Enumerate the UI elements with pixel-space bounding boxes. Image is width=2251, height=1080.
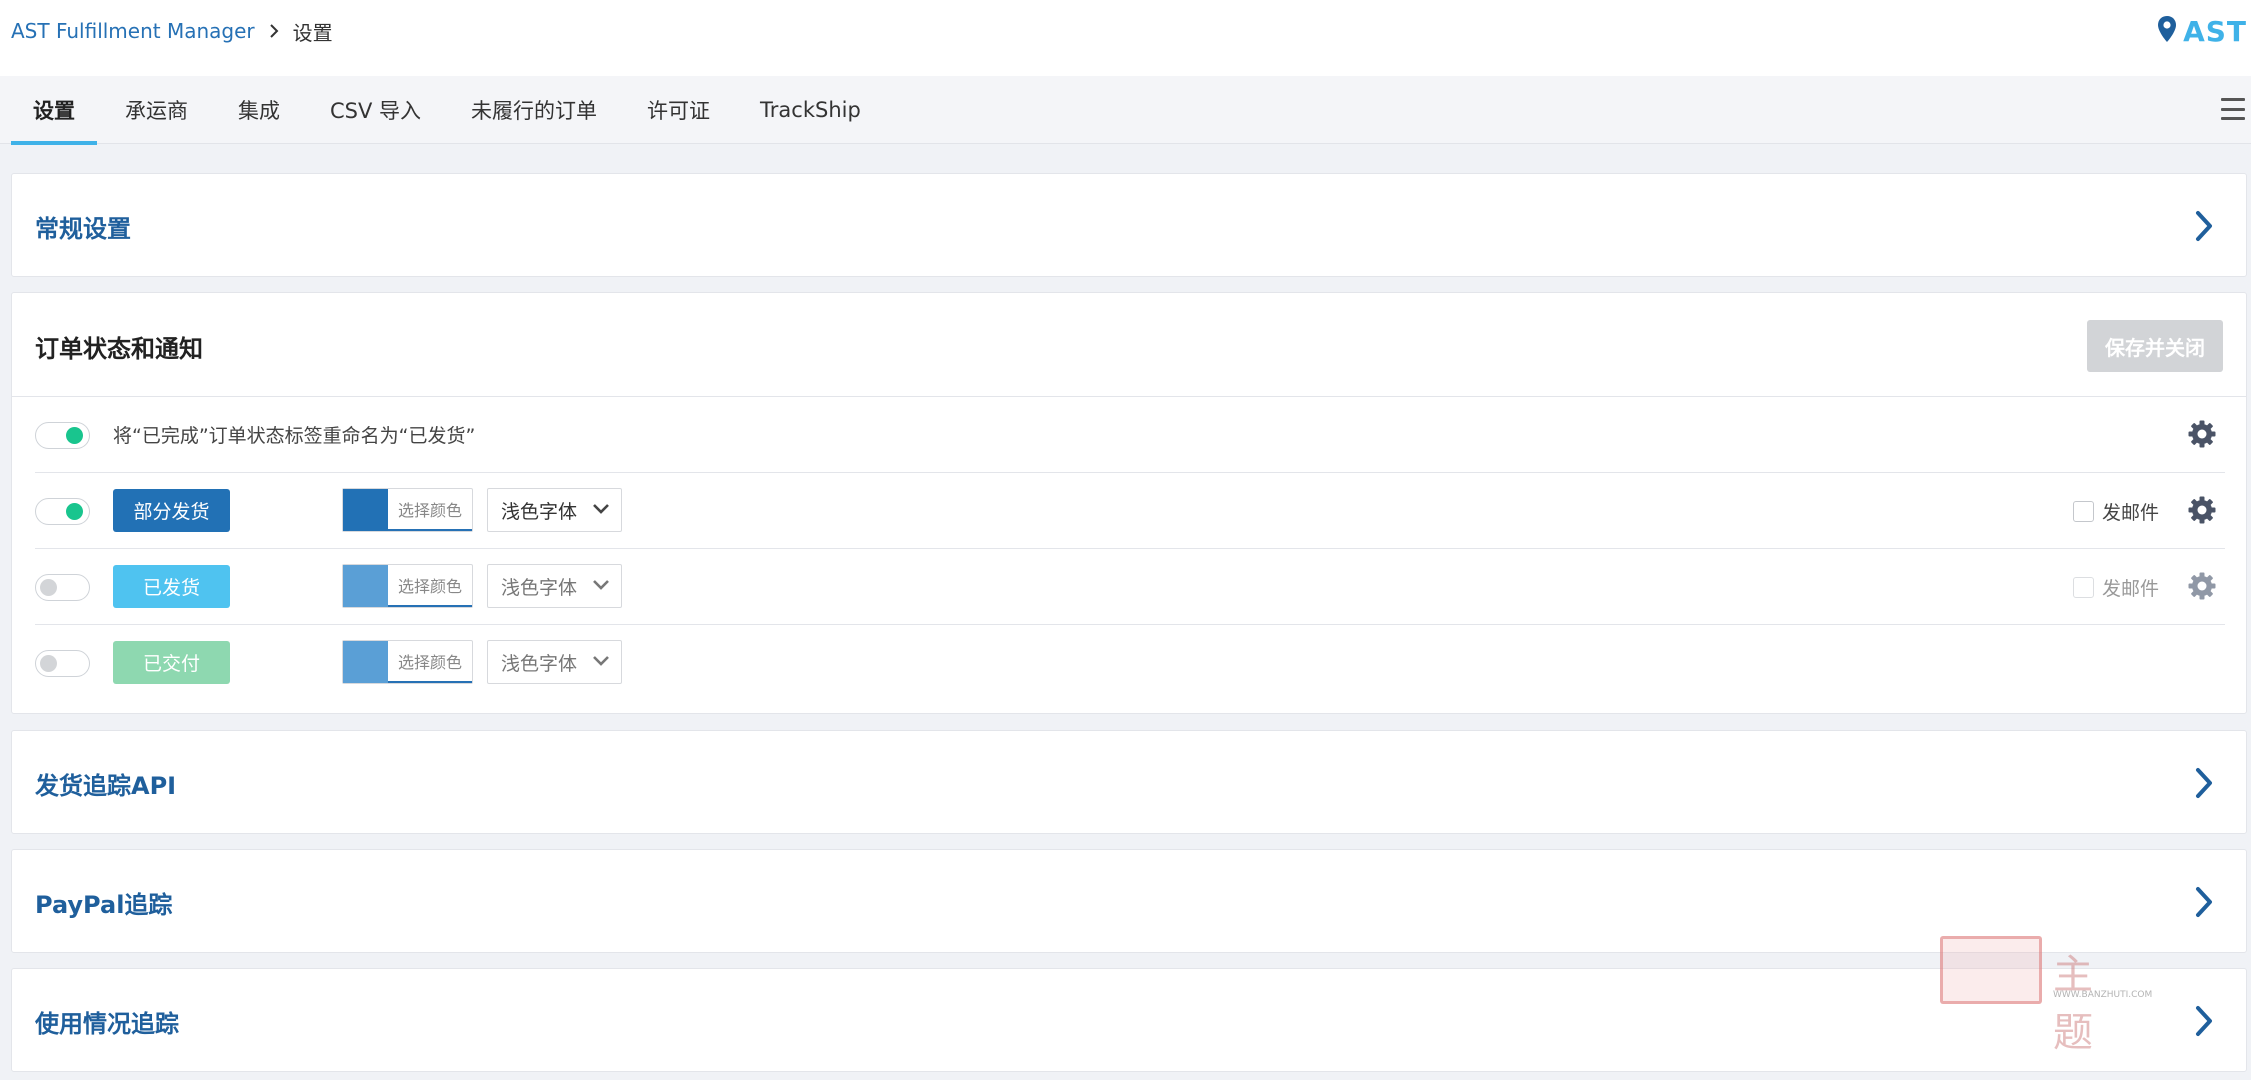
chevron-down-icon bbox=[593, 656, 609, 666]
usage-tracking-title: 使用情况追踪 bbox=[35, 1010, 179, 1038]
status-row-delivered: 已交付 选择颜色 浅色字体 bbox=[35, 625, 2225, 701]
color-picker-label: 选择颜色 bbox=[388, 641, 472, 683]
chevron-right-icon bbox=[269, 24, 279, 38]
checkbox[interactable] bbox=[2073, 577, 2094, 598]
tab-unfulfilled-orders[interactable]: 未履行的订单 bbox=[449, 76, 619, 144]
partial-shipped-toggle[interactable] bbox=[35, 498, 90, 525]
color-picker-label: 选择颜色 bbox=[388, 565, 472, 607]
top-header: AST Fulfillment Manager 设置 AST bbox=[0, 0, 2251, 76]
tab-integrations[interactable]: 集成 bbox=[216, 76, 302, 144]
font-color-select[interactable]: 浅色字体 bbox=[487, 564, 622, 608]
status-badge: 已交付 bbox=[113, 641, 230, 684]
rename-completed-row: 将“已完成”订单状态标签重命名为“已发货” bbox=[35, 397, 2225, 473]
send-email-checkbox[interactable]: 发邮件 bbox=[2073, 498, 2159, 525]
brand-text: AST bbox=[2183, 14, 2247, 48]
status-badge: 部分发货 bbox=[113, 489, 230, 532]
tab-csv-import[interactable]: CSV 导入 bbox=[308, 76, 443, 144]
hamburger-menu-icon[interactable] bbox=[2221, 98, 2245, 120]
breadcrumb-current: 设置 bbox=[292, 20, 333, 45]
font-color-select[interactable]: 浅色字体 bbox=[487, 488, 622, 532]
gear-icon[interactable] bbox=[2187, 495, 2217, 525]
checkbox[interactable] bbox=[2073, 501, 2094, 522]
color-swatch bbox=[343, 489, 388, 531]
shipped-toggle[interactable] bbox=[35, 574, 90, 601]
general-settings-title: 常规设置 bbox=[35, 215, 131, 243]
location-pin-icon bbox=[2157, 15, 2177, 47]
color-picker[interactable]: 选择颜色 bbox=[342, 488, 473, 532]
usage-tracking-panel[interactable]: 使用情况追踪 bbox=[11, 968, 2247, 1072]
color-picker-label: 选择颜色 bbox=[388, 489, 472, 531]
order-status-panel: 订单状态和通知 保存并关闭 将“已完成”订单状态标签重命名为“已发货” 部分发货… bbox=[11, 292, 2247, 714]
rename-completed-label: 将“已完成”订单状态标签重命名为“已发货” bbox=[113, 425, 476, 447]
tab-settings[interactable]: 设置 bbox=[11, 76, 97, 145]
chevron-down-icon bbox=[593, 504, 609, 514]
gear-icon[interactable] bbox=[2187, 419, 2217, 449]
color-picker[interactable]: 选择颜色 bbox=[342, 564, 473, 608]
color-swatch bbox=[343, 565, 388, 607]
color-swatch bbox=[343, 641, 388, 683]
chevron-right-icon bbox=[2196, 887, 2212, 917]
send-email-label: 发邮件 bbox=[2102, 502, 2160, 524]
font-select-value: 浅色字体 bbox=[501, 652, 578, 675]
font-select-value: 浅色字体 bbox=[501, 500, 578, 523]
order-status-header: 订单状态和通知 保存并关闭 bbox=[12, 293, 2246, 397]
tab-carriers[interactable]: 承运商 bbox=[103, 76, 210, 144]
gear-icon[interactable] bbox=[2187, 571, 2217, 601]
rename-completed-toggle[interactable] bbox=[35, 422, 90, 449]
chevron-down-icon bbox=[593, 580, 609, 590]
font-color-select[interactable]: 浅色字体 bbox=[487, 640, 622, 684]
chevron-right-icon bbox=[2196, 768, 2212, 798]
send-email-checkbox[interactable]: 发邮件 bbox=[2073, 574, 2159, 601]
color-picker[interactable]: 选择颜色 bbox=[342, 640, 473, 684]
breadcrumb-root-link[interactable]: AST Fulfillment Manager bbox=[11, 19, 255, 43]
delivered-toggle[interactable] bbox=[35, 650, 90, 677]
send-email-label: 发邮件 bbox=[2102, 578, 2160, 600]
tracking-api-title: 发货追踪API bbox=[35, 772, 177, 800]
paypal-tracking-title: PayPal追踪 bbox=[35, 891, 173, 919]
status-badge: 已发货 bbox=[113, 565, 230, 608]
order-status-title: 订单状态和通知 bbox=[35, 335, 203, 363]
tab-license[interactable]: 许可证 bbox=[625, 76, 732, 144]
tab-list: 设置 承运商 集成 CSV 导入 未履行的订单 许可证 TrackShip bbox=[11, 76, 889, 145]
font-select-value: 浅色字体 bbox=[501, 576, 578, 599]
tab-bar: 设置 承运商 集成 CSV 导入 未履行的订单 许可证 TrackShip bbox=[0, 76, 2251, 145]
save-and-close-button[interactable]: 保存并关闭 bbox=[2087, 320, 2223, 372]
chevron-right-icon bbox=[2196, 1006, 2212, 1036]
paypal-tracking-panel[interactable]: PayPal追踪 bbox=[11, 849, 2247, 953]
tab-trackship[interactable]: TrackShip bbox=[738, 76, 883, 144]
brand-logo: AST bbox=[2157, 14, 2247, 48]
breadcrumb: AST Fulfillment Manager 设置 bbox=[11, 16, 333, 46]
status-row-shipped: 已发货 选择颜色 浅色字体 发邮件 bbox=[35, 549, 2225, 625]
general-settings-panel[interactable]: 常规设置 bbox=[11, 173, 2247, 277]
chevron-right-icon bbox=[2196, 211, 2212, 241]
tracking-api-panel[interactable]: 发货追踪API bbox=[11, 730, 2247, 834]
status-row-partial-shipped: 部分发货 选择颜色 浅色字体 发邮件 bbox=[35, 473, 2225, 549]
